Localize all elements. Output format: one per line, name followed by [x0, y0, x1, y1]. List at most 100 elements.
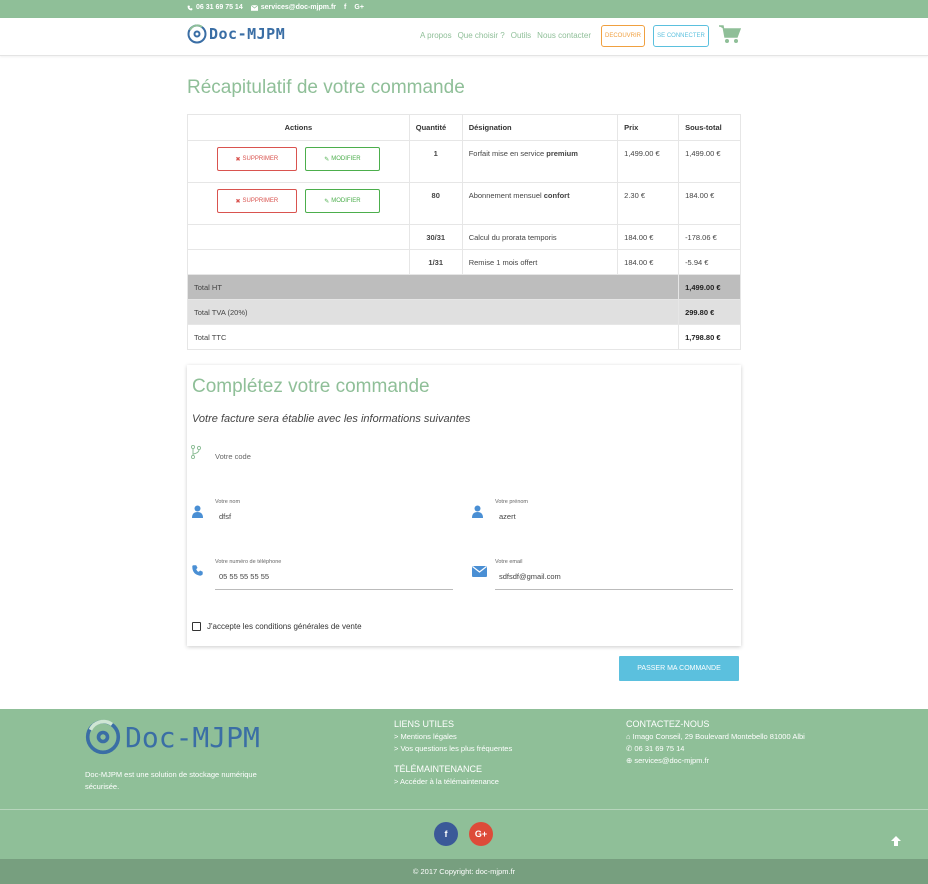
contact-title: CONTACTEZ-NOUS	[626, 719, 710, 729]
form-subtitle: Votre facture sera établie avec les info…	[192, 413, 471, 425]
phone-label: Votre numéro de téléphone	[215, 559, 282, 565]
row-price: 2.30 €	[617, 182, 680, 225]
row-price: 1,499.00 €	[617, 140, 680, 183]
contact-address: ⌂ Imago Conseil, 29 Boulevard Montebello…	[626, 732, 805, 741]
row-subtotal: -178.06 €	[678, 224, 741, 250]
links-title: LIENS UTILES	[394, 719, 455, 729]
prenom-label: Votre prénom	[495, 499, 529, 505]
page-title: Récapitulatif de votre commande	[187, 77, 465, 98]
envelope-icon	[250, 4, 258, 11]
table-row: ✖ SUPPRIMER ✎ MODIFIER 1 Forfait mise en s…	[187, 140, 741, 183]
nav-link-outils[interactable]: Outils	[511, 31, 531, 40]
google-plus-icon[interactable]: G+	[469, 822, 493, 846]
nav-links: A propos Que choisir ? Outils Nous conta…	[420, 31, 591, 40]
cart-icon[interactable]	[719, 25, 742, 47]
facebook-icon[interactable]: f	[434, 822, 458, 846]
cgv-label: J'accepte les conditions générales de ve…	[207, 622, 362, 631]
link-mentions-legales[interactable]: > Mentions légales	[394, 731, 512, 743]
code-branch-icon	[191, 445, 201, 459]
close-icon: ✖	[235, 198, 241, 205]
edit-icon: ✎	[324, 156, 330, 163]
footer: Doc-MJPM Doc-MJPM est une solution de st…	[0, 709, 928, 859]
row-designation: Abonnement mensuel confort	[461, 182, 619, 225]
table-row: ✖ SUPPRIMER ✎ MODIFIER 80 Abonnement mensu…	[187, 182, 741, 225]
top-bar: 06 31 69 75 14 services@doc-mjpm.fr f G+	[0, 0, 928, 18]
total-ht-row: Total HT 1,499.00 €	[186, 274, 741, 300]
nom-input[interactable]: dfsf	[219, 512, 231, 521]
row-subtotal: -5.94 €	[678, 249, 741, 275]
header-actions: Actions	[187, 114, 410, 141]
phone-icon: ✆	[626, 744, 633, 753]
google-plus-icon[interactable]: G+	[354, 4, 364, 11]
link-telemaintenance[interactable]: > Accéder à la télémaintenance	[394, 776, 512, 788]
brand-logo[interactable]: Doc-MJPM	[187, 24, 285, 44]
order-table: Actions Quantité Désignation Prix Sous-t…	[186, 114, 741, 350]
navbar: Doc-MJPM A propos Que choisir ? Outils N…	[0, 18, 928, 56]
total-ttc-row: Total TTC 1,798.80 €	[186, 324, 741, 350]
footer-divider	[0, 809, 928, 810]
total-tva-label: Total TVA (20%)	[186, 299, 680, 325]
copyright-link[interactable]: doc-mjpm.fr	[476, 867, 516, 876]
logo-gear-icon	[187, 24, 207, 44]
footer-links-column: LIENS UTILES > Mentions légales > Vos qu…	[394, 718, 512, 788]
total-ht-value: 1,499.00 €	[678, 274, 741, 300]
user-icon	[472, 505, 483, 518]
link-faq[interactable]: > Vos questions les plus fréquentes	[394, 743, 512, 755]
row-designation: Forfait mise en service premium	[461, 140, 619, 183]
code-input[interactable]: Votre code	[215, 452, 251, 461]
delete-button[interactable]: ✖ SUPPRIMER	[216, 189, 297, 213]
arrow-up-icon[interactable]	[890, 835, 902, 847]
row-subtotal: 1,499.00 €	[678, 140, 741, 183]
close-icon: ✖	[235, 156, 241, 163]
globe-icon: ⊕	[626, 756, 633, 765]
topbar-email[interactable]: services@doc-mjpm.fr	[250, 4, 336, 11]
total-ttc-label: Total TTC	[186, 324, 680, 350]
discover-button[interactable]: DECOUVRIR	[601, 25, 645, 47]
header-quantity: Quantité	[408, 114, 463, 141]
row-quantity: 80	[408, 182, 463, 225]
edit-button[interactable]: ✎ MODIFIER	[304, 189, 380, 213]
topbar-phone[interactable]: 06 31 69 75 14	[187, 4, 243, 11]
row-price: 184.00 €	[617, 224, 680, 250]
nav-link-que-choisir[interactable]: Que choisir ?	[458, 31, 505, 40]
email-label: Votre email	[495, 559, 523, 565]
facebook-icon[interactable]: f	[344, 4, 346, 11]
logo-gear-icon	[85, 719, 121, 755]
prenom-input[interactable]: azert	[499, 512, 516, 521]
header-subtotal: Sous-total	[678, 114, 741, 141]
envelope-icon	[472, 566, 487, 577]
header-price: Prix	[617, 114, 680, 141]
row-actions: ✖ SUPPRIMER ✎ MODIFIER	[187, 140, 410, 183]
nav-link-a-propos[interactable]: A propos	[420, 31, 452, 40]
phone-input[interactable]: 05 55 55 55 55	[219, 572, 269, 581]
email-input[interactable]: sdfsdf@gmail.com	[499, 572, 561, 581]
user-icon	[192, 505, 203, 518]
table-row: 1/31 Remise 1 mois offert 184.00 € -5.94…	[187, 249, 741, 275]
nom-label: Votre nom	[215, 499, 241, 505]
connect-button[interactable]: SE CONNECTER	[653, 25, 709, 47]
contact-email[interactable]: ⊕ services@doc-mjpm.fr	[626, 755, 805, 767]
row-subtotal: 184.00 €	[678, 182, 741, 225]
place-order-button[interactable]: PASSER MA COMMANDE	[619, 656, 739, 681]
total-tva-row: Total TVA (20%) 299.80 €	[186, 299, 741, 325]
contact-phone[interactable]: ✆ 06 31 69 75 14	[626, 743, 805, 755]
copyright-bar: © 2017 Copyright: doc-mjpm.fr	[0, 859, 928, 884]
row-designation: Calcul du prorata temporis	[461, 224, 619, 250]
edit-button[interactable]: ✎ MODIFIER	[304, 147, 380, 171]
row-quantity: 1/31	[408, 249, 463, 275]
home-icon: ⌂	[626, 732, 631, 741]
footer-contact-column: CONTACTEZ-NOUS ⌂ Imago Conseil, 29 Boule…	[626, 718, 805, 767]
cgv-checkbox[interactable]	[192, 622, 201, 631]
order-form-card: Complétez votre commande Votre facture s…	[187, 365, 741, 646]
form-title: Complétez votre commande	[192, 376, 430, 397]
edit-icon: ✎	[324, 198, 330, 205]
total-tva-value: 299.80 €	[678, 299, 741, 325]
table-row: 30/31 Calcul du prorata temporis 184.00 …	[187, 224, 741, 250]
row-actions: ✖ SUPPRIMER ✎ MODIFIER	[187, 182, 410, 225]
table-header-row: Actions Quantité Désignation Prix Sous-t…	[187, 114, 741, 141]
nav-link-nous-contacter[interactable]: Nous contacter	[537, 31, 591, 40]
cgv-checkbox-row[interactable]: J'accepte les conditions générales de ve…	[192, 622, 362, 631]
delete-button[interactable]: ✖ SUPPRIMER	[216, 147, 297, 171]
tele-title: TÉLÉMAINTENANCE	[394, 764, 483, 774]
footer-logo[interactable]: Doc-MJPM	[85, 719, 260, 755]
